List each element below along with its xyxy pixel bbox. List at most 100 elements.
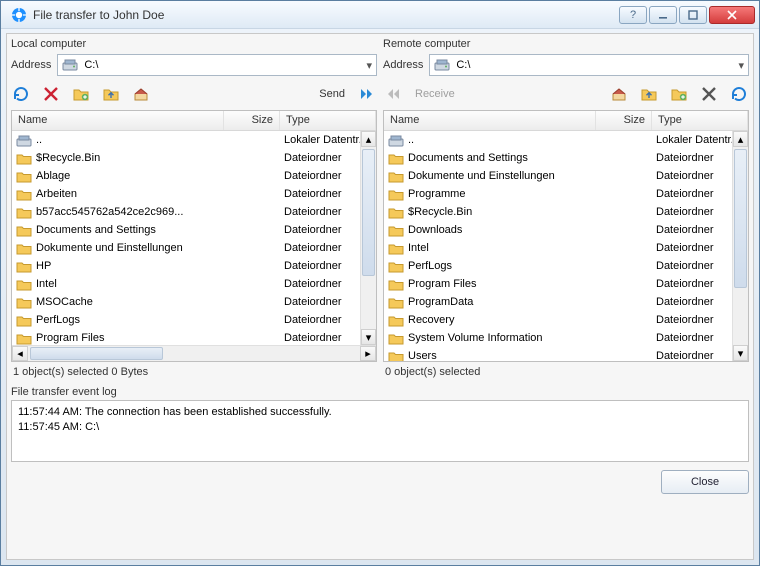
folder-icon	[388, 295, 404, 309]
titlebar[interactable]: File transfer to John Doe ?	[1, 1, 759, 29]
home-icon[interactable]	[131, 84, 151, 104]
local-vscrollbar[interactable]: ▴ ▾	[360, 131, 376, 345]
file-name: ..	[408, 134, 594, 146]
folder-icon	[16, 187, 32, 201]
list-item[interactable]: Documents and SettingsDateiordner	[12, 221, 376, 239]
col-type[interactable]: Type	[280, 111, 376, 130]
send-button[interactable]: Send	[317, 88, 347, 100]
event-log-box[interactable]: 11:57:44 AM: The connection has been est…	[11, 400, 749, 462]
local-address-value: C:\	[84, 59, 366, 71]
remote-file-list: Name Size Type ..Lokaler Datentr...Docum…	[383, 110, 749, 362]
maximize-button[interactable]	[679, 6, 707, 24]
new-folder-icon[interactable]	[669, 84, 689, 104]
folder-icon	[16, 277, 32, 291]
folder-icon	[388, 187, 404, 201]
col-name[interactable]: Name	[384, 111, 596, 130]
window-close-button[interactable]	[709, 6, 755, 24]
file-name: Intel	[408, 242, 594, 254]
list-item[interactable]: DownloadsDateiordner	[384, 221, 748, 239]
list-item[interactable]: b57acc545762a542ce2c969...Dateiordner	[12, 203, 376, 221]
help-button[interactable]: ?	[619, 6, 647, 24]
scroll-thumb[interactable]	[734, 149, 747, 288]
col-size[interactable]: Size	[224, 111, 280, 130]
col-type[interactable]: Type	[652, 111, 748, 130]
remote-address-value: C:\	[456, 59, 738, 71]
file-name: ProgramData	[408, 296, 594, 308]
folder-icon	[388, 331, 404, 345]
list-item[interactable]: ArbeitenDateiordner	[12, 185, 376, 203]
local-address-label: Address	[11, 59, 51, 71]
parent-folder-icon[interactable]	[101, 84, 121, 104]
minimize-button[interactable]	[649, 6, 677, 24]
folder-icon	[16, 259, 32, 273]
event-log: File transfer event log 11:57:44 AM: The…	[11, 386, 749, 462]
home-icon[interactable]	[609, 84, 629, 104]
folder-icon	[388, 169, 404, 183]
list-item[interactable]: MSOCacheDateiordner	[12, 293, 376, 311]
list-item[interactable]: Documents and SettingsDateiordner	[384, 149, 748, 167]
refresh-icon[interactable]	[11, 84, 31, 104]
scroll-up-icon[interactable]: ▴	[361, 131, 376, 147]
new-folder-icon[interactable]	[71, 84, 91, 104]
remote-address-select[interactable]: C:\ ▾	[429, 54, 749, 76]
folder-icon	[16, 151, 32, 165]
file-name: Ablage	[36, 170, 222, 182]
list-item[interactable]: ..Lokaler Datentr...	[12, 131, 376, 149]
file-name: $Recycle.Bin	[408, 206, 594, 218]
list-item[interactable]: PerfLogsDateiordner	[384, 257, 748, 275]
list-item[interactable]: Dokumente und EinstellungenDateiordner	[12, 239, 376, 257]
list-item[interactable]: Dokumente und EinstellungenDateiordner	[384, 167, 748, 185]
folder-icon	[388, 313, 404, 327]
scroll-up-icon[interactable]: ▴	[733, 131, 748, 147]
local-hscrollbar[interactable]: ◂ ▸	[12, 345, 376, 361]
event-log-title: File transfer event log	[11, 386, 749, 398]
col-name[interactable]: Name	[12, 111, 224, 130]
list-item[interactable]: Program FilesDateiordner	[12, 329, 376, 345]
local-toolbar: Send	[11, 82, 377, 110]
folder-icon	[16, 295, 32, 309]
drive-icon	[16, 133, 32, 147]
list-item[interactable]: $Recycle.BinDateiordner	[384, 203, 748, 221]
scroll-down-icon[interactable]: ▾	[361, 329, 376, 345]
list-item[interactable]: ProgrammeDateiordner	[384, 185, 748, 203]
local-address-select[interactable]: C:\ ▾	[57, 54, 377, 76]
folder-icon	[388, 151, 404, 165]
scroll-left-icon[interactable]: ◂	[12, 346, 28, 361]
file-name: Downloads	[408, 224, 594, 236]
list-item[interactable]: AblageDateiordner	[12, 167, 376, 185]
col-size[interactable]: Size	[596, 111, 652, 130]
file-name: System Volume Information	[408, 332, 594, 344]
scroll-down-icon[interactable]: ▾	[733, 345, 748, 361]
parent-folder-icon[interactable]	[639, 84, 659, 104]
scroll-thumb[interactable]	[362, 149, 375, 276]
list-item[interactable]: HPDateiordner	[12, 257, 376, 275]
scroll-thumb[interactable]	[30, 347, 163, 360]
folder-icon	[16, 205, 32, 219]
folder-icon	[16, 169, 32, 183]
delete-icon[interactable]	[699, 84, 719, 104]
scroll-right-icon[interactable]: ▸	[360, 346, 376, 361]
send-arrow-icon[interactable]	[357, 84, 377, 104]
remote-vscrollbar[interactable]: ▴ ▾	[732, 131, 748, 361]
folder-icon	[388, 241, 404, 255]
list-item[interactable]: ProgramDataDateiordner	[384, 293, 748, 311]
list-item[interactable]: PerfLogsDateiordner	[12, 311, 376, 329]
local-pane: Local computer Address C:\ ▾	[11, 38, 377, 378]
list-item[interactable]: $Recycle.BinDateiordner	[12, 149, 376, 167]
list-item[interactable]: IntelDateiordner	[384, 239, 748, 257]
list-item[interactable]: RecoveryDateiordner	[384, 311, 748, 329]
drive-icon	[388, 133, 404, 147]
folder-icon	[16, 313, 32, 327]
list-item[interactable]: ..Lokaler Datentr...	[384, 131, 748, 149]
list-item[interactable]: System Volume InformationDateiordner	[384, 329, 748, 347]
receive-button: Receive	[413, 88, 457, 100]
drive-icon	[434, 57, 450, 73]
refresh-icon[interactable]	[729, 84, 749, 104]
list-item[interactable]: UsersDateiordner	[384, 347, 748, 361]
folder-icon	[388, 349, 404, 361]
list-item[interactable]: Program FilesDateiordner	[384, 275, 748, 293]
close-button[interactable]: Close	[661, 470, 749, 494]
folder-icon	[16, 223, 32, 237]
delete-icon[interactable]	[41, 84, 61, 104]
list-item[interactable]: IntelDateiordner	[12, 275, 376, 293]
